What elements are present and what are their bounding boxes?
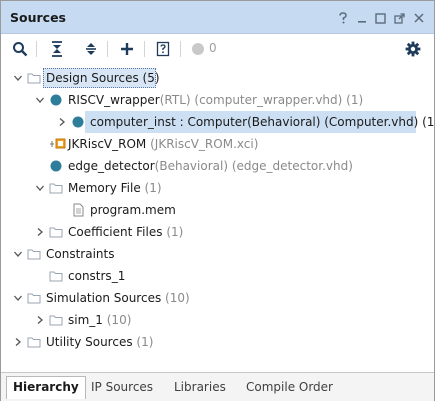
tree-label: edge_detector(Behavioral) (edge_detector… bbox=[68, 159, 353, 173]
chevron-down-icon[interactable] bbox=[34, 94, 46, 106]
expand-all-icon[interactable] bbox=[81, 39, 101, 59]
tree-node-riscv-wrapper[interactable]: RISCV_wrapper(RTL) (computer_wrapper.vhd… bbox=[1, 89, 434, 111]
search-icon[interactable] bbox=[10, 39, 30, 59]
tree-node-edge-detector[interactable]: edge_detector(Behavioral) (edge_detector… bbox=[1, 155, 434, 177]
tree-label: Coefficient Files (1) bbox=[68, 225, 184, 239]
tree-node-program-mem[interactable]: program.mem bbox=[1, 199, 434, 221]
toolbar-separator bbox=[180, 41, 181, 57]
chevron-right-icon[interactable] bbox=[34, 226, 46, 238]
module-dot-icon bbox=[71, 115, 85, 129]
gear-icon[interactable] bbox=[403, 39, 423, 59]
close-icon[interactable] bbox=[409, 9, 428, 27]
tab-hierarchy[interactable]: Hierarchy bbox=[6, 376, 86, 399]
folder-icon bbox=[49, 181, 63, 195]
tree-node-constraints[interactable]: Constraints bbox=[1, 243, 434, 265]
maximize-icon[interactable] bbox=[371, 9, 390, 27]
tree-label: sim_1 (10) bbox=[68, 313, 132, 327]
tab-libraries[interactable]: Libraries bbox=[168, 377, 232, 398]
chevron-down-icon[interactable] bbox=[12, 72, 24, 84]
toolbar: 0 bbox=[1, 35, 434, 63]
tree-node-coefficient-files[interactable]: Coefficient Files (1) bbox=[1, 221, 434, 243]
tree-node-constrs-1[interactable]: constrs_1 bbox=[1, 265, 434, 287]
folder-icon bbox=[27, 71, 41, 85]
collapse-all-icon[interactable] bbox=[47, 39, 67, 59]
tree-node-memory-file[interactable]: Memory File (1) bbox=[1, 177, 434, 199]
ip-core-icon bbox=[49, 137, 66, 151]
chevron-down-icon[interactable] bbox=[12, 248, 24, 260]
view-tabs: Hierarchy IP Sources Libraries Compile O… bbox=[1, 372, 434, 401]
add-icon[interactable] bbox=[117, 39, 137, 59]
toolbar-separator bbox=[144, 41, 145, 57]
status-circle-icon bbox=[188, 39, 208, 59]
folder-icon bbox=[49, 269, 63, 283]
folder-icon bbox=[49, 225, 63, 239]
tree-label: program.mem bbox=[90, 203, 176, 217]
tree-label: Simulation Sources (10) bbox=[46, 291, 190, 305]
help-icon[interactable] bbox=[333, 9, 352, 27]
panel-title: Sources bbox=[10, 10, 66, 25]
tree-node-utility-sources[interactable]: Utility Sources (1) bbox=[1, 331, 434, 353]
chevron-right-icon[interactable] bbox=[56, 116, 68, 128]
folder-icon bbox=[27, 291, 41, 305]
tree-node-computer-inst[interactable]: computer_inst : Computer(Behavioral) (Co… bbox=[1, 111, 435, 133]
tree-label: Memory File (1) bbox=[68, 181, 162, 195]
chevron-down-icon[interactable] bbox=[34, 182, 46, 194]
window-controls bbox=[333, 9, 428, 27]
tree-label: Design Sources (5) bbox=[46, 71, 160, 85]
chevron-right-icon[interactable] bbox=[12, 336, 24, 348]
module-dot-icon bbox=[49, 93, 63, 107]
tree-label: Utility Sources (1) bbox=[46, 335, 154, 349]
status-count: 0 bbox=[209, 41, 217, 55]
tree-label: constrs_1 bbox=[68, 269, 126, 283]
tree-node-jkriscv-rom[interactable]: JKRiscV_ROM (JKRiscV_ROM.xci) bbox=[1, 133, 434, 155]
sources-tree: Design Sources (5) RISCV_wrapper(RTL) (c… bbox=[1, 65, 435, 370]
float-icon[interactable] bbox=[390, 9, 409, 27]
file-icon bbox=[71, 203, 85, 217]
tree-node-simulation-sources[interactable]: Simulation Sources (10) bbox=[1, 287, 434, 309]
tree-label: computer_inst : Computer(Behavioral) (Co… bbox=[90, 115, 435, 129]
chevron-down-icon[interactable] bbox=[12, 292, 24, 304]
tree-label: RISCV_wrapper(RTL) (computer_wrapper.vhd… bbox=[68, 93, 364, 107]
folder-icon bbox=[49, 313, 63, 327]
folder-icon bbox=[27, 247, 41, 261]
folder-icon bbox=[27, 335, 41, 349]
toolbar-separator bbox=[107, 41, 108, 57]
tab-compile-order[interactable]: Compile Order bbox=[240, 377, 339, 398]
toolbar-separator bbox=[36, 41, 37, 57]
tree-label: JKRiscV_ROM (JKRiscV_ROM.xci) bbox=[68, 137, 259, 151]
properties-icon[interactable] bbox=[153, 39, 173, 59]
sources-panel: Sources 0 Design Sources (5) RISCV_wrapp… bbox=[0, 0, 435, 401]
tree-node-sim-1[interactable]: sim_1 (10) bbox=[1, 309, 434, 331]
tree-node-design-sources[interactable]: Design Sources (5) bbox=[1, 67, 434, 89]
title-bar: Sources bbox=[1, 1, 434, 34]
tab-ip-sources[interactable]: IP Sources bbox=[85, 377, 159, 398]
module-dot-icon bbox=[49, 159, 63, 173]
chevron-right-icon[interactable] bbox=[34, 314, 46, 326]
minimize-icon[interactable] bbox=[352, 9, 371, 27]
tree-label: Constraints bbox=[46, 247, 115, 261]
